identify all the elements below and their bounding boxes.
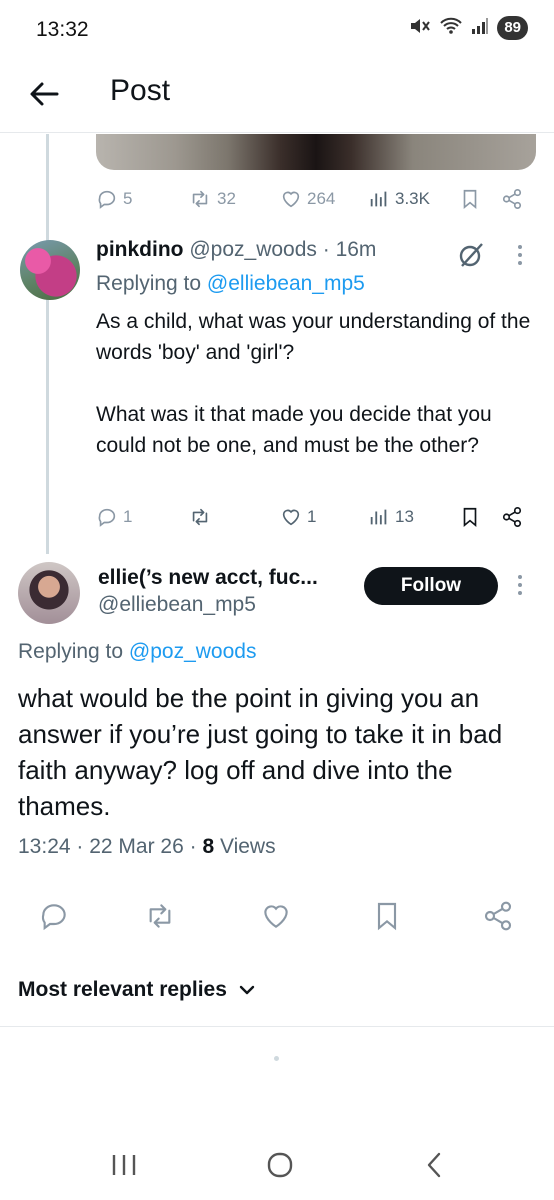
tweet1-replying-to: Replying to @elliebean_mp5 bbox=[96, 272, 365, 296]
more-vertical-icon bbox=[518, 245, 522, 265]
chevron-down-icon bbox=[239, 985, 255, 995]
replying-to-link[interactable]: @elliebean_mp5 bbox=[207, 272, 365, 295]
reply-icon bbox=[98, 190, 116, 209]
t1-reply-button[interactable]: 1 bbox=[96, 506, 132, 528]
repost-icon bbox=[192, 508, 208, 526]
reply-icon bbox=[98, 508, 116, 527]
prev-reply-button[interactable]: 5 bbox=[96, 188, 132, 210]
back-arrow-icon bbox=[30, 82, 59, 106]
header-divider bbox=[0, 132, 554, 133]
author-handle-time: @poz_woods · 16m bbox=[189, 238, 377, 261]
t1-views-button[interactable]: 13 bbox=[368, 506, 414, 528]
t1-reply-count: 1 bbox=[123, 507, 133, 526]
replies-sort-dropdown[interactable]: Most relevant replies bbox=[18, 978, 255, 1002]
share-icon bbox=[502, 189, 522, 209]
back-chevron-icon bbox=[427, 1152, 441, 1178]
replying-prefix: Replying to bbox=[96, 272, 207, 295]
status-time: 13:32 bbox=[36, 18, 89, 41]
prev-tweet-actions: 5 32 264 3.3K bbox=[96, 186, 536, 212]
signal-icon bbox=[471, 17, 489, 40]
t1-repost-button[interactable] bbox=[188, 506, 212, 528]
tweet1-author[interactable]: pinkdino @poz_woods · 16m bbox=[96, 238, 376, 262]
back-button[interactable] bbox=[24, 74, 64, 114]
tweet2-author-name[interactable]: ellie(’s new acct, fuc... bbox=[98, 566, 318, 590]
heart-icon bbox=[282, 509, 300, 526]
recents-icon bbox=[112, 1155, 136, 1175]
tweet2-more-button[interactable] bbox=[512, 572, 528, 603]
replying-prefix: Replying to bbox=[18, 640, 129, 663]
replying-to-link[interactable]: @poz_woods bbox=[129, 640, 257, 663]
battery-badge: 89 bbox=[497, 16, 528, 40]
prev-views-count: 3.3K bbox=[395, 189, 430, 208]
prev-tweet-image[interactable] bbox=[96, 134, 536, 170]
wifi-icon bbox=[439, 17, 463, 40]
tweet2-author-handle[interactable]: @elliebean_mp5 bbox=[98, 593, 256, 617]
follow-button[interactable]: Follow bbox=[364, 567, 498, 605]
t2-bookmark-button[interactable] bbox=[372, 900, 402, 932]
t2-repost-button[interactable] bbox=[144, 900, 176, 932]
views-label: Views bbox=[214, 835, 276, 858]
prev-views-button[interactable]: 3.3K bbox=[368, 188, 430, 210]
home-button[interactable] bbox=[258, 1148, 302, 1182]
t1-bookmark-button[interactable] bbox=[460, 506, 480, 528]
tweet2-actions bbox=[18, 900, 536, 936]
more-vertical-icon bbox=[518, 575, 522, 595]
views-count: 8 bbox=[202, 835, 215, 858]
prev-share-button[interactable] bbox=[500, 188, 524, 210]
repost-icon bbox=[192, 190, 208, 208]
reply-icon bbox=[41, 904, 66, 931]
t1-like-count: 1 bbox=[307, 507, 317, 526]
prev-bookmark-button[interactable] bbox=[460, 188, 480, 210]
t2-like-button[interactable] bbox=[260, 900, 292, 932]
t1-share-button[interactable] bbox=[500, 506, 524, 528]
tweet1-body: As a child, what was your understanding … bbox=[96, 310, 531, 457]
bookmark-icon bbox=[463, 507, 477, 528]
t2-reply-button[interactable] bbox=[38, 900, 70, 932]
grok-icon bbox=[459, 243, 483, 267]
share-icon bbox=[502, 507, 522, 527]
section-divider bbox=[0, 1026, 554, 1027]
prev-repost-button[interactable]: 32 bbox=[188, 188, 236, 210]
prev-like-count: 264 bbox=[307, 189, 336, 208]
avatar[interactable] bbox=[18, 562, 80, 624]
status-icons: 89 bbox=[409, 16, 528, 40]
grok-button[interactable] bbox=[456, 240, 486, 275]
tweet2-body: what would be the point in giving you an… bbox=[18, 683, 503, 821]
prev-like-button[interactable]: 264 bbox=[280, 188, 335, 210]
home-icon bbox=[267, 1152, 293, 1178]
recents-button[interactable] bbox=[102, 1148, 146, 1182]
repost-icon bbox=[149, 904, 171, 928]
share-icon bbox=[484, 901, 512, 931]
mute-icon bbox=[409, 17, 431, 40]
tweet-timestamp: 13:24 · 22 Mar 26 · bbox=[18, 835, 203, 858]
prev-repost-count: 32 bbox=[217, 189, 236, 208]
sort-label: Most relevant replies bbox=[18, 978, 227, 1001]
thread-line bbox=[46, 134, 49, 554]
t1-views-count: 13 bbox=[395, 507, 414, 526]
heart-icon bbox=[282, 191, 300, 208]
page-title: Post bbox=[110, 74, 171, 107]
tweet1-actions: 1 1 13 bbox=[96, 504, 536, 530]
bookmark-icon bbox=[463, 189, 477, 210]
avatar[interactable] bbox=[20, 240, 80, 300]
bookmark-icon bbox=[377, 902, 397, 931]
heart-icon bbox=[264, 905, 288, 928]
tweet2-replying-to: Replying to @poz_woods bbox=[18, 640, 256, 664]
t1-like-button[interactable]: 1 bbox=[280, 506, 316, 528]
t2-share-button[interactable] bbox=[482, 900, 514, 932]
prev-reply-count: 5 bbox=[123, 189, 133, 208]
author-name: pinkdino bbox=[96, 238, 184, 261]
back-nav-button[interactable] bbox=[412, 1148, 456, 1182]
views-chart-icon bbox=[370, 191, 387, 207]
tweet1-more-button[interactable] bbox=[512, 242, 528, 273]
loading-indicator bbox=[274, 1056, 279, 1061]
views-chart-icon bbox=[370, 509, 387, 525]
tweet2-meta: 13:24 · 22 Mar 26 · 8 Views bbox=[18, 835, 276, 859]
